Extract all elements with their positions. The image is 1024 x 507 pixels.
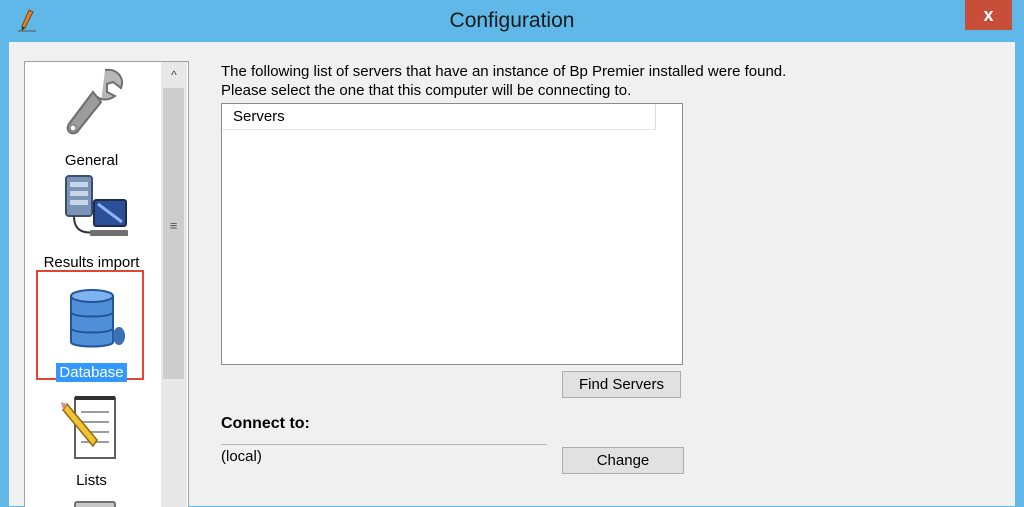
sidebar-item-label: Database <box>56 363 127 382</box>
instructions-line-1: The following list of servers that have … <box>221 63 787 80</box>
category-list: General Results import Database Lists ^ … <box>24 61 189 507</box>
connect-to-label: Connect to: <box>221 415 310 432</box>
grip-icon: ≡ <box>169 218 178 233</box>
servers-list[interactable]: Servers <box>221 103 683 365</box>
client-area: General Results import Database Lists ^ … <box>9 42 1015 507</box>
sidebar-item-results-import[interactable]: Results import <box>25 172 158 272</box>
sidebar-item-partial <box>25 494 158 507</box>
close-button[interactable]: x <box>965 0 1012 30</box>
find-servers-button[interactable]: Find Servers <box>562 371 681 398</box>
database-icon <box>69 289 125 348</box>
servers-column-header[interactable]: Servers <box>222 104 656 130</box>
vertical-scrollbar[interactable]: ^ ≡ <box>161 62 187 507</box>
sidebar-item-label: Lists <box>76 472 107 489</box>
notepad-pencil-icon <box>60 396 116 459</box>
wrench-icon <box>66 68 123 135</box>
connect-to-field[interactable]: (local) <box>221 444 547 475</box>
scroll-up-button[interactable]: ^ <box>161 62 187 88</box>
sidebar-item-label: General <box>64 152 119 169</box>
configuration-window: Configuration x General Results import D… <box>0 0 1024 507</box>
title-bar: Configuration x <box>0 0 1024 42</box>
instructions-line-2: Please select the one that this computer… <box>221 82 632 99</box>
server-computer-icon <box>64 175 128 236</box>
window-title: Configuration <box>449 9 575 32</box>
sidebar-item-general[interactable]: General <box>25 64 158 170</box>
scroll-thumb[interactable]: ≡ <box>163 88 184 379</box>
sidebar-item-database[interactable]: Database <box>25 284 158 382</box>
change-button[interactable]: Change <box>562 447 684 474</box>
instructions-text: The following list of servers that have … <box>221 62 786 100</box>
sidebar-item-lists[interactable]: Lists <box>25 390 158 490</box>
partial-item-icon <box>73 501 116 507</box>
